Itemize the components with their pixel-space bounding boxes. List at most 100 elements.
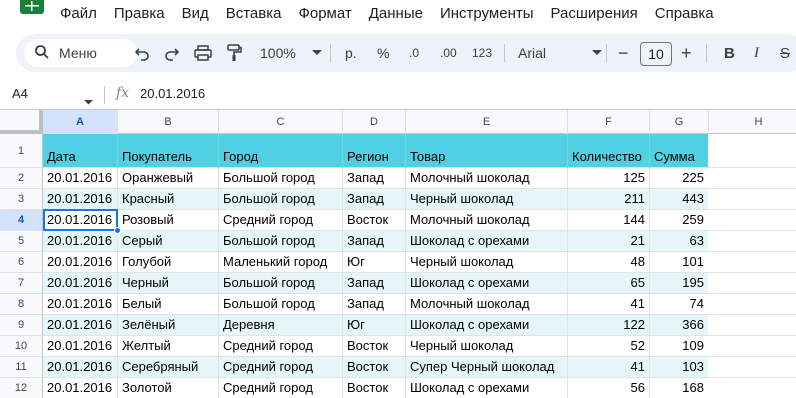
increase-decimals-button[interactable]: .00 [440,43,457,63]
table-cell[interactable]: 443 [650,189,709,209]
table-cell[interactable]: Золотой [118,378,219,398]
table-cell[interactable]: Черный шоколад [406,252,568,272]
font-size-input[interactable]: 10 [640,42,672,66]
table-cell[interactable]: 74 [650,294,709,314]
row-header-11[interactable]: 11 [0,357,43,378]
table-cell[interactable]: Шоколад с орехами [406,273,568,293]
table-cell[interactable]: 168 [650,378,709,398]
paint-format-icon[interactable] [226,43,242,63]
menu-item[interactable]: Файл [60,5,97,22]
table-cell[interactable]: Запад [343,189,406,209]
table-cell[interactable]: Восток [343,336,406,356]
empty-cell[interactable] [708,168,796,188]
table-cell[interactable]: 65 [568,273,650,293]
table-cell[interactable]: Шоколад с орехами [406,231,568,251]
empty-cell[interactable] [708,273,796,293]
table-header-cell[interactable]: Город [219,134,343,168]
table-cell[interactable]: Большой город [219,294,343,314]
row-header-9[interactable]: 9 [0,315,43,336]
table-cell[interactable]: 20.01.2016 [43,168,118,188]
menu-item[interactable]: Расширения [551,5,638,22]
empty-cell[interactable] [708,357,796,377]
row-header-10[interactable]: 10 [0,336,43,357]
row-header-2[interactable]: 2 [0,168,43,189]
undo-icon[interactable] [134,43,150,63]
empty-cell[interactable] [708,378,796,398]
empty-cell[interactable] [708,231,796,251]
table-cell[interactable]: 20.01.2016 [43,231,118,251]
table-cell[interactable]: 109 [650,336,709,356]
formula-input[interactable]: 20.01.2016 [140,86,205,101]
empty-cell[interactable] [708,134,796,167]
table-cell[interactable]: 211 [568,189,650,209]
table-cell[interactable]: 20.01.2016 [43,210,118,230]
column-header-e[interactable]: E [406,110,568,134]
table-cell[interactable]: Маленький город [219,252,343,272]
table-cell[interactable]: Деревня [219,315,343,335]
table-cell[interactable]: Желтый [118,336,219,356]
sheets-logo-icon[interactable] [20,0,44,14]
table-cell[interactable]: Белый [118,294,219,314]
row-header-1[interactable]: 1 [0,134,43,168]
table-cell[interactable]: 52 [568,336,650,356]
menu-item[interactable]: Вид [182,5,209,22]
empty-cell[interactable] [708,189,796,209]
table-cell[interactable]: Красный [118,189,219,209]
table-cell[interactable]: Молочный шоколад [406,210,568,230]
empty-cell[interactable] [708,252,796,272]
table-cell[interactable]: 144 [568,210,650,230]
redo-icon[interactable] [164,43,180,63]
table-cell[interactable]: Черный шоколад [406,336,568,356]
table-cell[interactable]: 259 [650,210,709,230]
empty-cell[interactable] [708,294,796,314]
table-cell[interactable]: Оранжевый [118,168,219,188]
decrease-font-size-button[interactable]: − [618,43,629,63]
table-header-cell[interactable]: Товар [406,134,568,168]
chevron-down-icon[interactable] [84,92,93,110]
empty-cell[interactable] [708,210,796,230]
zoom-select[interactable]: 100% [260,43,322,63]
spreadsheet-grid[interactable]: ABCDEFGH 1 2 3 4 5 6 7 8 9 10 11 12 Дата Покупатель Го… [0,109,796,398]
menu-item[interactable]: Правка [114,5,165,22]
table-cell[interactable]: Запад [343,231,406,251]
table-cell[interactable]: Большой город [219,168,343,188]
increase-font-size-button[interactable]: + [681,43,692,63]
font-select[interactable]: Arial [518,43,603,63]
table-cell[interactable]: Молочный шоколад [406,168,568,188]
table-cell[interactable]: 366 [650,315,709,335]
column-header-h[interactable]: H [709,110,796,134]
table-header-cell[interactable]: Количество [568,134,650,168]
number-format-button[interactable]: 123 [472,43,492,63]
table-cell[interactable]: 125 [568,168,650,188]
table-cell[interactable]: 225 [650,168,709,188]
menu-item[interactable]: Данные [369,5,423,22]
row-header-4[interactable]: 4 [0,210,43,231]
table-cell[interactable]: Восток [343,357,406,377]
table-cell[interactable]: 20.01.2016 [43,252,118,272]
name-box[interactable]: A4 [12,86,28,101]
fill-handle[interactable] [114,227,121,234]
strikethrough-icon[interactable]: S [780,43,790,63]
table-cell[interactable]: Большой город [219,189,343,209]
table-cell[interactable]: Большой город [219,231,343,251]
bold-button[interactable]: B [724,43,735,63]
percent-format-button[interactable]: % [377,43,389,63]
table-cell[interactable]: 20.01.2016 [43,336,118,356]
table-cell[interactable]: 56 [568,378,650,398]
table-cell[interactable]: 103 [650,357,709,377]
column-header-c[interactable]: C [219,110,343,134]
table-cell[interactable]: 20.01.2016 [43,357,118,377]
menu-item[interactable]: Формат [298,5,351,22]
table-header-cell[interactable]: Регион [343,134,406,168]
table-cell[interactable]: Шоколад с орехами [406,378,568,398]
row-header-5[interactable]: 5 [0,231,43,252]
table-cell[interactable]: 48 [568,252,650,272]
table-cell[interactable]: Супер Черный шоколад [406,357,568,377]
column-header-f[interactable]: F [568,110,650,134]
empty-cell[interactable] [708,315,796,335]
table-cell[interactable]: Средний город [219,357,343,377]
table-cell[interactable]: Молочный шоколад [406,294,568,314]
table-cell[interactable]: 41 [568,357,650,377]
table-cell[interactable]: 63 [650,231,709,251]
table-cell[interactable]: Средний город [219,378,343,398]
